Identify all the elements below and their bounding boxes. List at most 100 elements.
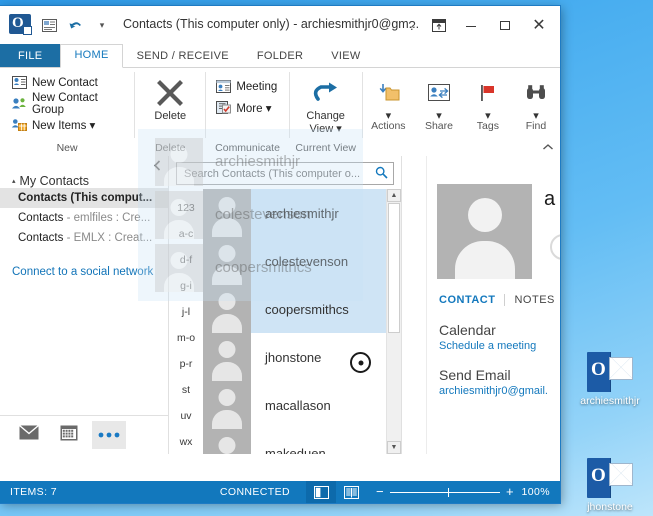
scrollbar-thumb[interactable] <box>388 203 400 333</box>
ribbon-group-communicate-label: Communicate <box>215 142 280 154</box>
list-item[interactable]: jhonstone <box>203 333 386 381</box>
expand-caret-icon: ▴ <box>12 178 16 185</box>
new-contact-group-button[interactable]: New Contact Group <box>8 91 128 116</box>
alpha-index-uv[interactable]: uv <box>180 403 191 429</box>
share-button[interactable]: ▾ <box>427 72 451 123</box>
mail-module-button[interactable] <box>12 421 46 449</box>
ribbon-group-current-view: Change View ▾ Current View <box>290 68 362 156</box>
zoom-level[interactable]: 100% <box>520 486 550 498</box>
ribbon-tab-strip: FILE HOME SEND / RECEIVE FOLDER VIEW <box>0 44 560 68</box>
alpha-index-m-o[interactable]: m-o <box>177 325 195 351</box>
tab-folder[interactable]: FOLDER <box>243 45 317 68</box>
window-title: Contacts (This computer only) - archiesm… <box>123 17 420 31</box>
scroll-up-icon[interactable]: ▲ <box>387 189 401 202</box>
contact-name: archiesmithjr <box>265 205 339 221</box>
ellipsis-icon <box>97 426 121 444</box>
collapse-ribbon-button[interactable] <box>542 143 554 154</box>
qat-contact-card-button[interactable] <box>39 15 59 35</box>
tab-view[interactable]: VIEW <box>317 45 374 68</box>
contact-photo-placeholder <box>203 429 251 454</box>
alpha-index-a-c[interactable]: a-c <box>179 221 194 247</box>
mail-icon <box>19 424 39 445</box>
connect-social-network-link[interactable]: Connect to a social network <box>12 266 168 278</box>
help-button[interactable]: ? <box>400 14 424 36</box>
more-button[interactable]: More ▾ <box>212 97 274 118</box>
alpha-index-d-f[interactable]: d-f <box>180 247 192 273</box>
alpha-index-p-r[interactable]: p-r <box>180 351 193 377</box>
desktop-icon-archiesmithjr[interactable]: archiesmithjr <box>567 352 653 407</box>
scroll-down-icon[interactable]: ▼ <box>387 441 401 454</box>
sidebar-item-contacts-this-computer[interactable]: Contacts (This comput... <box>0 188 168 208</box>
title-bar: ▾ Contacts (This computer only) - archie… <box>0 6 560 44</box>
nav-group-my-contacts[interactable]: ▴ My Contacts <box>12 174 168 188</box>
contact-photo-placeholder <box>203 189 251 237</box>
tab-send-receive[interactable]: SEND / RECEIVE <box>123 45 243 68</box>
outlook-app-icon <box>9 14 32 35</box>
ribbon-group-delete: Delete Delete <box>135 68 205 156</box>
close-button[interactable]: ✕ <box>522 14 556 36</box>
qat-customize-button[interactable]: ▾ <box>92 15 112 35</box>
alpha-index-g-i[interactable]: g-i <box>180 273 192 299</box>
actions-folder-icon <box>375 76 401 110</box>
search-icon[interactable] <box>375 166 388 182</box>
delete-x-icon <box>155 76 185 110</box>
delete-button[interactable]: Delete <box>154 72 186 123</box>
new-contact-label: New Contact <box>32 76 98 89</box>
maximize-button[interactable] <box>488 14 522 36</box>
reading-pane-icon[interactable] <box>306 481 336 503</box>
zoom-slider[interactable] <box>390 487 500 497</box>
change-view-label-1: Change <box>306 110 345 122</box>
alpha-index-j-l[interactable]: j-l <box>182 299 190 325</box>
alpha-index-123[interactable]: 123 <box>177 195 195 221</box>
tags-button[interactable]: ▾ <box>477 72 499 123</box>
list-item[interactable]: colestevenson <box>203 237 386 285</box>
change-view-button[interactable]: Change View ▾ <box>306 72 345 136</box>
ribbon-display-options-button[interactable] <box>424 14 454 36</box>
new-items-button[interactable]: New Items ▾ <box>8 114 98 135</box>
alpha-index-st[interactable]: st <box>182 377 190 403</box>
list-item[interactable]: archiesmithjr <box>203 189 386 237</box>
ribbon-group-new-label: New <box>56 142 78 154</box>
list-item[interactable]: makeduen <box>203 429 386 454</box>
tab-file[interactable]: FILE <box>0 44 61 68</box>
list-scrollbar[interactable]: ▲ ▼ <box>386 189 401 454</box>
tab-notes[interactable]: NOTES <box>505 294 560 306</box>
list-item[interactable]: coopersmithcs <box>203 285 386 333</box>
zoom-out-button[interactable]: − <box>376 485 384 498</box>
email-address-link[interactable]: archiesmithjr0@gmail. <box>439 385 548 397</box>
list-item[interactable]: macallason <box>203 381 386 429</box>
ribbon-group-new: New Contact New Contact Group New Items … <box>0 68 134 156</box>
desktop-icon-jhonstone[interactable]: jhonstone <box>567 458 653 513</box>
calendar-module-button[interactable] <box>52 421 86 449</box>
zoom-in-button[interactable]: + <box>506 485 514 498</box>
reading-pane-tabs: CONTACT NOTES <box>430 294 560 306</box>
tab-home[interactable]: HOME <box>60 44 123 68</box>
meeting-button[interactable]: Meeting <box>212 76 280 97</box>
contact-name: jhonstone <box>265 349 322 365</box>
ribbon-group-actions: ▾ Actions <box>363 68 415 156</box>
actions-label: Actions <box>371 120 406 132</box>
qat-undo-button[interactable] <box>66 15 86 35</box>
new-contact-group-label: New Contact Group <box>32 91 98 116</box>
actions-button[interactable]: ▾ <box>375 72 401 123</box>
reading-view-icon[interactable] <box>336 481 366 503</box>
minimize-button[interactable] <box>454 14 488 36</box>
search-box[interactable] <box>176 162 394 185</box>
find-button[interactable]: ▾ <box>524 72 548 123</box>
more-modules-button[interactable] <box>92 421 126 449</box>
sidebar-item-contacts-emlx[interactable]: Contacts - EMLX : Creat... <box>0 228 168 248</box>
calendar-icon <box>60 425 78 446</box>
new-contact-button[interactable]: New Contact <box>8 72 101 93</box>
zoom-control[interactable]: − + 100% <box>376 485 550 498</box>
ribbon-group-current-view-label: Current View <box>295 142 356 154</box>
window-controls: ? ✕ <box>400 14 556 36</box>
contact-card-icon <box>39 16 59 34</box>
sidebar-item-contacts-emlfiles[interactable]: Contacts - emlfiles : Cre... <box>0 208 168 228</box>
collapse-nav-pane-button[interactable] <box>153 160 162 174</box>
contact-photo-placeholder <box>203 237 251 285</box>
nav-group-label: My Contacts <box>19 174 89 188</box>
tab-contact[interactable]: CONTACT <box>430 294 504 306</box>
schedule-meeting-link[interactable]: Schedule a meeting <box>439 340 536 352</box>
alpha-index-wx[interactable]: wx <box>180 429 193 454</box>
search-input[interactable] <box>182 166 372 181</box>
